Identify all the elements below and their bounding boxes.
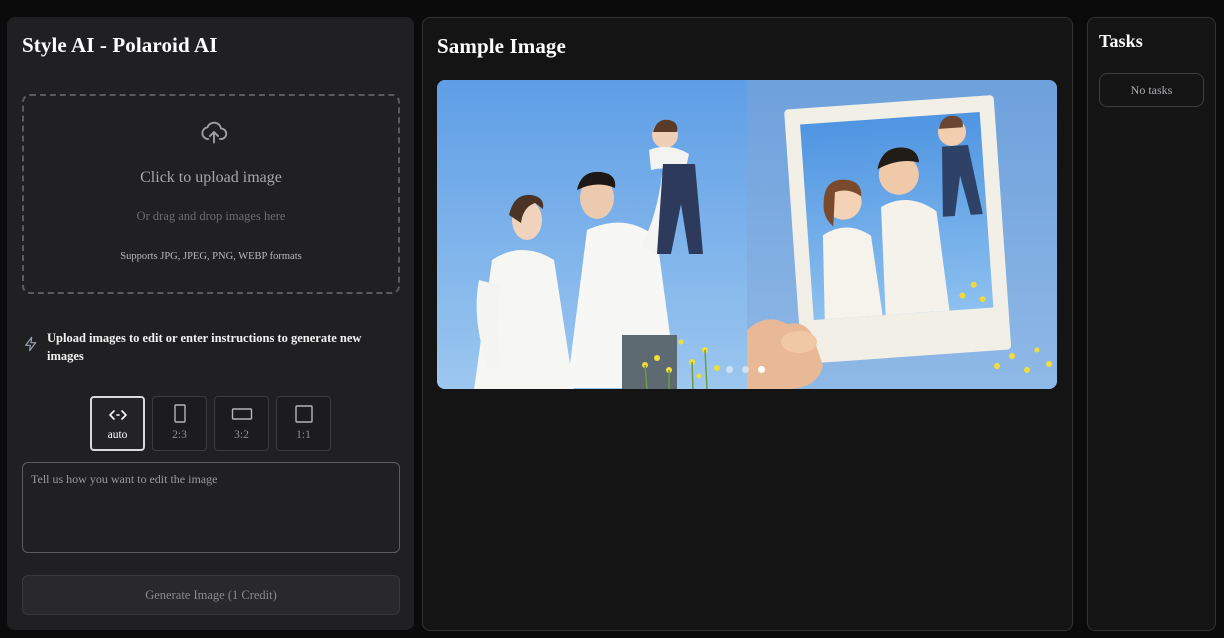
edit-instructions-input[interactable] [22,462,400,553]
code-arrows-icon [108,410,127,420]
hint-text: Upload images to edit or enter instructi… [47,331,362,363]
square-icon [294,405,313,423]
ratio-option-1-1[interactable]: 1:1 [276,396,331,451]
tasks-title: Tasks [1099,31,1143,51]
ratio-option-2-3[interactable]: 2:3 [152,396,207,451]
ratio-option-auto[interactable]: auto [90,396,145,451]
tasks-panel: Tasks No tasks [1087,17,1216,631]
ratio-label: auto [107,429,128,441]
upload-subtitle: Or drag and drop images here [136,209,286,223]
upload-title: Click to upload image [140,169,282,186]
sample-image-carousel[interactable] [437,80,1057,389]
generate-image-button[interactable]: Generate Image (1 Credit) [22,575,400,615]
cloud-upload-icon [201,121,228,144]
editor-panel: Style AI - Polaroid AI Click to upload i… [7,17,414,630]
app-title: Style AI - Polaroid AI [22,33,218,57]
sample-title: Sample Image [437,34,566,58]
carousel-dot[interactable] [742,366,749,373]
empty-tasks-badge: No tasks [1099,73,1204,107]
ratio-label: 2:3 [172,429,187,441]
ratio-option-3-2[interactable]: 3:2 [214,396,269,451]
portrait-rect-icon [173,404,186,423]
carousel-dot[interactable] [726,366,733,373]
upload-formats: Supports JPG, JPEG, PNG, WEBP formats [120,251,302,262]
carousel-dot-active[interactable] [758,366,765,373]
lightning-icon [25,336,37,352]
ratio-label: 3:2 [234,429,249,441]
sample-panel: Sample Image [422,17,1073,631]
upload-dropzone[interactable]: Click to upload image Or drag and drop i… [22,94,400,294]
sample-image [437,80,1057,389]
landscape-rect-icon [231,408,252,420]
ratio-label: 1:1 [296,429,311,441]
